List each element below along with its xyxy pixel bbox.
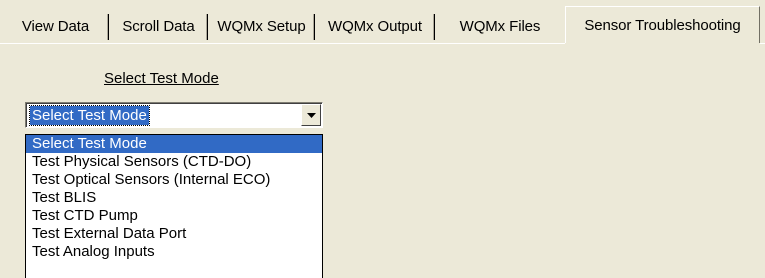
option-test-physical-sensors[interactable]: Test Physical Sensors (CTD-DO): [26, 153, 322, 171]
tab-wqmx-setup[interactable]: WQMx Setup: [208, 10, 315, 43]
dropdown-button[interactable]: [301, 104, 321, 126]
option-test-external-data-port[interactable]: Test External Data Port: [26, 225, 322, 243]
tab-scroll-data[interactable]: Scroll Data: [109, 10, 208, 43]
chevron-down-icon: [306, 112, 316, 118]
option-test-analog-inputs[interactable]: Test Analog Inputs: [26, 243, 322, 261]
option-test-blis[interactable]: Test BLIS: [26, 189, 322, 207]
tab-wqmx-output[interactable]: WQMx Output: [315, 10, 435, 43]
tab-view-data[interactable]: View Data: [2, 10, 109, 43]
test-mode-selected-value[interactable]: Select Test Mode: [29, 105, 150, 126]
option-test-optical-sensors[interactable]: Test Optical Sensors (Internal ECO): [26, 171, 322, 189]
tab-label: WQMx Output: [328, 18, 422, 35]
tab-label: View Data: [21, 18, 90, 35]
test-mode-dropdown-list: Select Test Mode Test Physical Sensors (…: [25, 134, 323, 278]
test-mode-label: Select Test Mode: [104, 70, 219, 87]
test-mode-combobox[interactable]: Select Test Mode: [25, 102, 323, 128]
tab-label: WQMx Files: [459, 18, 541, 35]
tab-strip: View Data Scroll Data WQMx Setup WQMx Ou…: [0, 0, 765, 45]
tab-label: Scroll Data: [122, 18, 195, 35]
option-test-ctd-pump[interactable]: Test CTD Pump: [26, 207, 322, 225]
option-select-test-mode[interactable]: Select Test Mode: [26, 135, 322, 153]
tab-sensor-troubleshooting[interactable]: Sensor Troubleshooting: [565, 6, 760, 45]
tab-label: Sensor Troubleshooting: [584, 17, 741, 34]
tab-wqmx-files[interactable]: WQMx Files: [435, 10, 565, 43]
tab-label: WQMx Setup: [217, 18, 306, 35]
